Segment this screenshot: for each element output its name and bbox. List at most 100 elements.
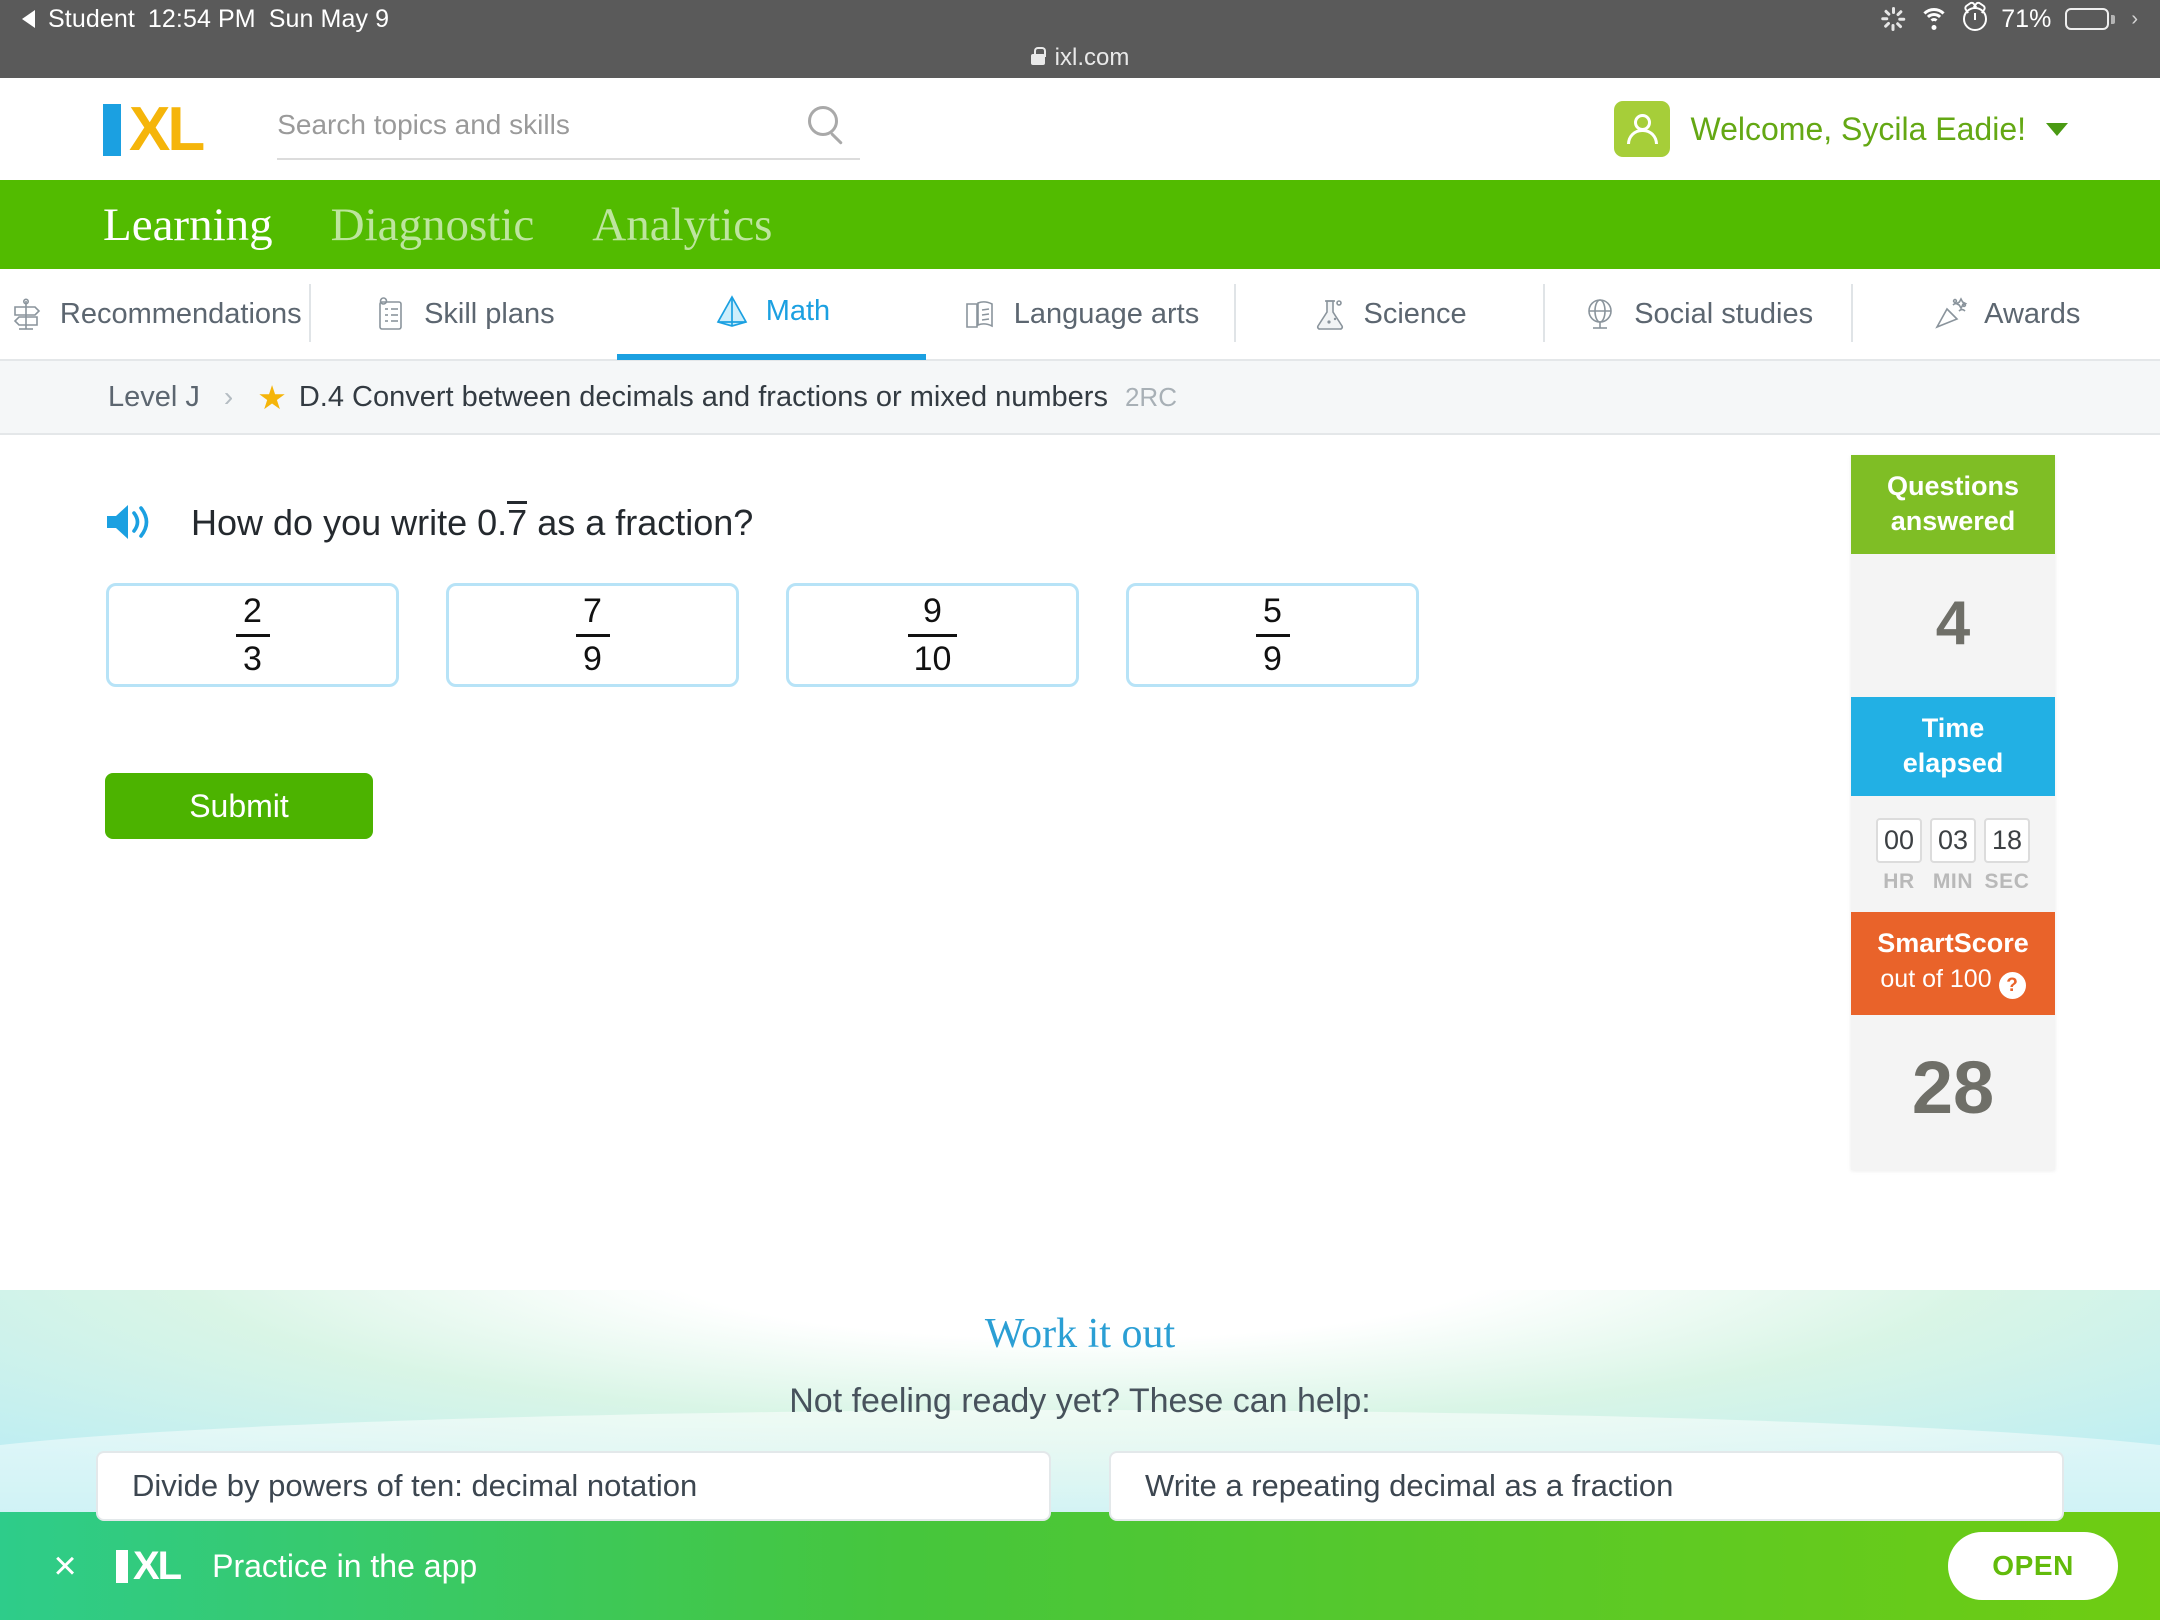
fraction: 9 10 [907,592,958,678]
status-chevron-icon: › [2131,7,2138,30]
smartscore-header: SmartScore out of 100? [1851,912,2055,1016]
back-arrow-icon[interactable] [22,10,35,28]
tab-label: Social studies [1634,297,1814,330]
banner-text: Practice in the app [212,1547,478,1584]
fraction-numerator: 9 [923,592,942,631]
fraction-bar [907,633,958,637]
wifi-icon [1919,8,1950,30]
app-promo-banner: × XL Practice in the app OPEN [0,1512,2160,1620]
signpost-icon [7,295,45,333]
tab-label: Science [1363,297,1467,330]
work-it-out-title: Work it out [984,1311,1176,1357]
fraction-denominator: 9 [583,639,602,678]
breadcrumb: Level J › ★ D.4 Convert between decimals… [0,361,2160,435]
status-date: Sun May 9 [268,4,390,33]
timer-seconds: 18 SEC [1984,818,2030,894]
ixl-practice-screen: Student 12:54 PM Sun May 9 71% › ixl.com… [0,0,2160,1620]
nav-item-analytics[interactable]: Analytics [592,198,772,252]
work-it-out-section: Work it out Not feeling ready yet? These… [0,1290,2160,1530]
fraction: 2 3 [235,592,270,678]
timer-hours: 00 HR [1876,818,1922,894]
answer-choice-3[interactable]: 9 10 [786,583,1079,687]
tab-label: Awards [1984,297,2081,330]
status-bar-left: Student 12:54 PM Sun May 9 [22,5,389,34]
tab-label: Skill plans [424,297,555,330]
nav-item-learning[interactable]: Learning [103,198,273,252]
status-back-label[interactable]: Student [48,5,135,34]
open-app-button[interactable]: OPEN [1948,1532,2118,1600]
answer-choices: 2 3 7 9 9 10 5 9 [106,583,1850,687]
banner-logo-xl-text: XL [133,1544,182,1588]
banner-ixl-logo: XL [116,1544,182,1588]
tab-language-arts[interactable]: Language arts [926,268,1235,360]
fraction-bar [1255,633,1290,637]
timer-seconds-label: SEC [1984,870,2030,894]
timer-minutes-label: MIN [1932,870,1974,894]
time-elapsed-title-2: elapsed [1902,747,2004,778]
ixl-logo[interactable]: XL [103,95,205,164]
chevron-down-icon[interactable] [2046,122,2068,136]
site-header: XL Welcome, Sycila Eadie! [0,78,2160,180]
question-text: How do you write 0.7 as a fraction? [191,500,754,544]
subject-tab-bar: Recommendations Skill plans Math Languag… [0,269,2160,361]
tab-recommendations[interactable]: Recommendations [0,268,309,360]
fraction-denominator: 3 [243,639,262,678]
answer-choice-1[interactable]: 2 3 [106,583,399,687]
account-menu[interactable]: Welcome, Sycila Eadie! [1614,101,2068,157]
logo-xl-text: XL [129,95,205,164]
timer-hours-value: 00 [1876,818,1922,864]
browser-url-bar[interactable]: ixl.com [0,38,2160,78]
time-elapsed-title-1: Time [1921,713,1985,744]
skill-title: D.4 Convert between decimals and fractio… [298,380,1108,413]
star-icon: ★ [257,378,287,416]
search-input[interactable] [277,109,778,147]
timer-display: 00 HR 03 MIN 18 SEC [1851,796,2055,898]
questions-answered-value: 4 [1935,589,1971,659]
nav-item-diagnostic[interactable]: Diagnostic [331,198,535,252]
questions-answered-title-1: Questions [1886,471,2020,501]
tab-label: Math [765,294,831,327]
close-icon[interactable]: × [42,1544,88,1589]
breadcrumb-level[interactable]: Level J [108,381,200,414]
battery-icon [2065,8,2116,30]
banner-logo-i-bar [116,1550,128,1583]
tab-awards[interactable]: Awards [1851,268,2160,360]
answer-choice-2[interactable]: 7 9 [446,583,739,687]
party-popper-icon [1931,295,1969,333]
question-prompt-after: as a fraction? [527,501,754,543]
tab-math[interactable]: Math [617,268,926,360]
skill-code: 2RC [1124,381,1177,412]
fraction-numerator: 5 [1263,592,1282,631]
status-clock: 12:54 PM [147,4,256,33]
breadcrumb-separator-icon: › [223,381,234,412]
score-panel: Questions answered 4 Time elapsed 00 HR … [1851,455,2055,1171]
help-icon[interactable]: ? [1998,972,2026,1000]
help-card-1[interactable]: Divide by powers of ten: decimal notatio… [96,1451,1051,1521]
questions-answered-title-2: answered [1890,505,2016,536]
help-card-2[interactable]: Write a repeating decimal as a fraction [1109,1451,2064,1521]
timer-minutes: 03 MIN [1930,818,1976,894]
search-container[interactable] [277,98,861,160]
work-it-out-cards: Divide by powers of ten: decimal notatio… [0,1451,2160,1521]
answer-choice-4[interactable]: 5 9 [1126,583,1419,687]
ios-status-bar: Student 12:54 PM Sun May 9 71% › [0,0,2160,38]
fraction-numerator: 7 [583,592,602,631]
fraction-denominator: 10 [913,639,952,678]
tab-skill-plans[interactable]: Skill plans [308,268,618,360]
logo-i-bar [103,104,121,156]
tab-science[interactable]: Science [1234,268,1543,360]
fraction: 5 9 [1255,592,1290,678]
submit-button[interactable]: Submit [105,773,373,839]
smartscore-title: SmartScore [1877,928,2029,959]
tab-label: Language arts [1013,297,1200,330]
avatar [1614,101,1671,157]
url-text: ixl.com [1054,44,1130,71]
battery-percent-label: 71% [2001,4,2052,33]
tab-social-studies[interactable]: Social studies [1542,268,1852,360]
repeating-decimal-digit: 7 [507,500,528,543]
timer-seconds-value: 18 [1984,818,2030,864]
primary-nav: Learning Diagnostic Analytics [0,180,2160,269]
audio-speaker-icon[interactable] [103,499,159,545]
work-it-out-subtitle: Not feeling ready yet? These can help: [789,1382,1371,1420]
search-icon[interactable] [808,106,839,136]
